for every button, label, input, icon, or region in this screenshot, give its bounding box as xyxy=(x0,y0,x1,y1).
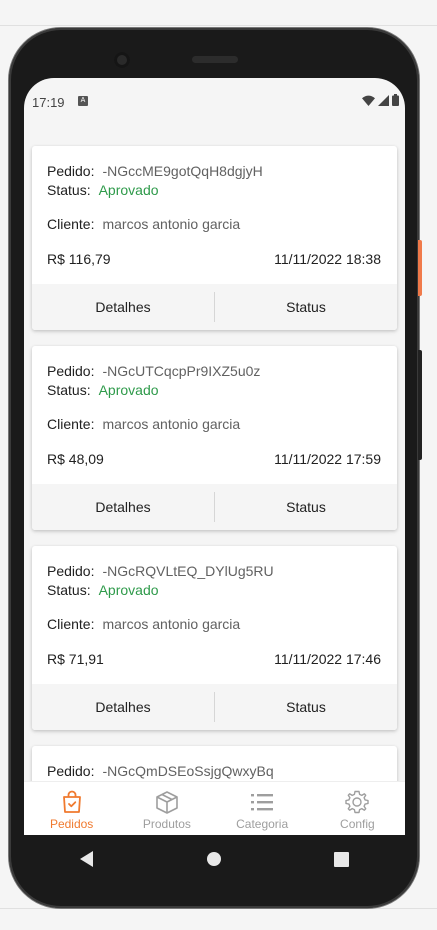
order-price: R$ 48,09 xyxy=(47,451,104,467)
page-bottom-rule xyxy=(0,908,437,909)
order-id-row: Pedido: -NGccME9gotQqH8dgjyH xyxy=(47,163,263,179)
order-card: Pedido: -NGccME9gotQqH8dgjyH Status: Aprov… xyxy=(32,146,397,330)
order-id-label: Pedido: xyxy=(47,163,95,179)
nav-label-categoria: Categoria xyxy=(236,817,289,831)
nav-label-produtos: Produtos xyxy=(142,817,191,831)
earpiece-speaker xyxy=(192,56,238,63)
order-status-value: Aprovado xyxy=(98,182,159,198)
order-client-value: marcos antonio garcia xyxy=(102,616,241,632)
details-button[interactable]: Detalhes xyxy=(32,284,214,330)
signal-icon xyxy=(378,94,389,106)
nav-item-config[interactable]: Config xyxy=(310,782,405,835)
app-screen: 17:19 A Pedido: -NGccME9gotQqH8dgjyH Stat… xyxy=(24,78,405,835)
order-id-label: Pedido: xyxy=(47,363,95,379)
back-icon[interactable] xyxy=(80,851,94,867)
order-actions: Detalhes Status xyxy=(32,284,397,330)
order-status-row: Status: Aprovado xyxy=(47,582,159,598)
wifi-icon xyxy=(362,95,375,106)
notification-icon: A xyxy=(78,96,88,106)
order-card: Pedido: -NGcRQVLtEQ_DYlUg5RU Status: Aprov… xyxy=(32,546,397,730)
order-id-value: -NGcRQVLtEQ_DYlUg5RU xyxy=(102,563,274,579)
status-icons xyxy=(362,94,399,106)
order-status-label: Status: xyxy=(47,182,91,198)
order-id-row: Pedido: -NGcQmDSEoSsjgQwxyBq xyxy=(47,763,274,779)
status-time: 17:19 xyxy=(32,95,65,110)
order-client-row: Cliente: marcos antonio garcia xyxy=(47,216,240,232)
bottom-navigation: Pedidos Produtos Categoria Config xyxy=(24,781,405,835)
order-id-label: Pedido: xyxy=(47,763,95,779)
order-price: R$ 116,79 xyxy=(47,251,111,267)
order-client-row: Cliente: marcos antonio garcia xyxy=(47,416,240,432)
order-client-label: Cliente: xyxy=(47,216,95,232)
order-status-value: Aprovado xyxy=(98,582,159,598)
nav-label-config: Config xyxy=(340,817,375,831)
order-status-value: Aprovado xyxy=(98,382,159,398)
order-card: Pedido: -NGcQmDSEoSsjgQwxyBq xyxy=(32,746,397,781)
status-button[interactable]: Status xyxy=(215,684,397,730)
order-date: 11/11/2022 17:59 xyxy=(274,451,381,467)
recents-icon[interactable] xyxy=(334,851,349,867)
order-id-value: -NGcQmDSEoSsjgQwxyBq xyxy=(102,763,274,779)
order-actions: Detalhes Status xyxy=(32,684,397,730)
order-actions: Detalhes Status xyxy=(32,484,397,530)
page-top-rule xyxy=(0,25,437,26)
details-button[interactable]: Detalhes xyxy=(32,484,214,530)
gear-icon xyxy=(345,790,370,814)
home-icon[interactable] xyxy=(206,851,222,867)
order-status-row: Status: Aprovado xyxy=(47,382,159,398)
order-client-row: Cliente: marcos antonio garcia xyxy=(47,616,240,632)
nav-item-pedidos[interactable]: Pedidos xyxy=(24,782,119,835)
list-icon xyxy=(251,794,274,811)
orders-list[interactable]: Pedido: -NGccME9gotQqH8dgjyH Status: Aprov… xyxy=(24,126,405,781)
order-id-row: Pedido: -NGcUTCqcpPr9IXZ5u0z xyxy=(47,363,260,379)
order-client-value: marcos antonio garcia xyxy=(102,416,241,432)
order-id-label: Pedido: xyxy=(47,563,95,579)
status-button[interactable]: Status xyxy=(215,484,397,530)
order-client-value: marcos antonio garcia xyxy=(102,216,241,232)
order-date: 11/11/2022 18:38 xyxy=(274,251,381,267)
front-camera xyxy=(114,52,130,68)
order-status-label: Status: xyxy=(47,382,91,398)
system-navigation-bar xyxy=(24,835,405,883)
order-date: 11/11/2022 17:46 xyxy=(274,651,381,667)
order-card: Pedido: -NGcUTCqcpPr9IXZ5u0z Status: Aprov… xyxy=(32,346,397,530)
order-client-label: Cliente: xyxy=(47,416,95,432)
power-button xyxy=(418,240,422,296)
battery-icon xyxy=(392,94,399,106)
details-button[interactable]: Detalhes xyxy=(32,684,214,730)
order-client-label: Cliente: xyxy=(47,616,95,632)
volume-button xyxy=(418,350,422,460)
shopping-bag-icon xyxy=(62,790,81,813)
order-status-row: Status: Aprovado xyxy=(47,182,159,198)
nav-item-produtos[interactable]: Produtos xyxy=(119,782,214,835)
order-id-value: -NGcUTCqcpPr9IXZ5u0z xyxy=(102,363,261,379)
order-id-row: Pedido: -NGcRQVLtEQ_DYlUg5RU xyxy=(47,563,274,579)
box-icon xyxy=(156,791,178,814)
status-button[interactable]: Status xyxy=(215,284,397,330)
order-price: R$ 71,91 xyxy=(47,651,104,667)
nav-item-categoria[interactable]: Categoria xyxy=(215,782,310,835)
nav-label-pedidos: Pedidos xyxy=(49,817,94,831)
order-id-value: -NGccME9gotQqH8dgjyH xyxy=(102,163,263,179)
order-status-label: Status: xyxy=(47,582,91,598)
status-bar: 17:19 A xyxy=(24,78,405,126)
